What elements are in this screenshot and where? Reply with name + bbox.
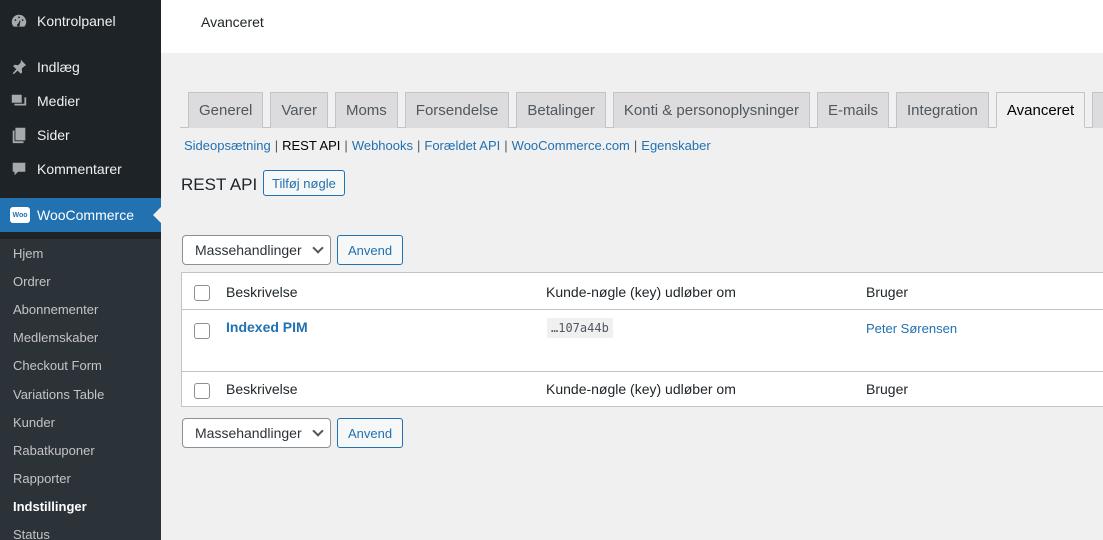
table-footer-row: Beskrivelse Kunde-nøgle (key) udløber om…: [182, 371, 1103, 407]
subnav-legacy-api[interactable]: Forældet API: [424, 138, 500, 153]
subnav-separator: |: [274, 138, 279, 153]
submenu-item-subscriptions[interactable]: Abonnementer: [0, 295, 161, 323]
select-all-checkbox[interactable]: [194, 285, 210, 301]
subnav-woocommerce-com[interactable]: WooCommerce.com: [512, 138, 630, 153]
subnav-separator: |: [344, 138, 348, 153]
bulk-action-value: Massehandlinger: [195, 242, 302, 258]
bulk-action-select[interactable]: Massehandlinger: [182, 235, 331, 265]
table-row: Indexed PIM …107a44b Peter Sørensen: [182, 311, 1103, 371]
sidebar-item-pages[interactable]: Sider: [0, 118, 70, 152]
pin-icon: [10, 58, 28, 76]
media-icon: [10, 92, 28, 110]
row-checkbox[interactable]: [194, 323, 210, 339]
bulk-actions-top: Massehandlinger Anvend: [182, 235, 404, 265]
admin-sidebar: Kontrolpanel Indlæg Medier Sider Komment…: [0, 0, 161, 540]
column-footer-key-expiry: Kunde-nøgle (key) udløber om: [546, 381, 736, 397]
subnav-separator: |: [504, 138, 508, 153]
tab-products[interactable]: Varer: [270, 92, 328, 128]
tab-general[interactable]: Generel: [188, 92, 264, 128]
submenu-item-customers[interactable]: Kunder: [0, 408, 161, 436]
apply-button[interactable]: Anvend: [337, 235, 404, 265]
dashboard-icon: [10, 12, 28, 30]
column-footer-description[interactable]: Beskrivelse: [226, 381, 298, 397]
column-header-key-expiry: Kunde-nøgle (key) udløber om: [546, 284, 736, 300]
column-header-user: Bruger: [866, 284, 909, 300]
sidebar-item-label: WooCommerce: [37, 207, 134, 223]
api-keys-table: Beskrivelse Kunde-nøgle (key) udløber om…: [181, 272, 1103, 407]
subnav-separator: |: [633, 138, 638, 153]
submenu-item-settings[interactable]: Indstillinger: [0, 493, 161, 521]
submenu-item-reports[interactable]: Rapporter: [0, 465, 161, 493]
section-heading: REST API: [181, 175, 258, 194]
key-description-link[interactable]: Indexed PIM: [226, 319, 308, 335]
subnav-features[interactable]: Egenskaber: [641, 138, 710, 153]
sidebar-item-woocommerce[interactable]: Woo WooCommerce: [0, 198, 161, 232]
chevron-down-icon: [312, 425, 324, 437]
woocommerce-submenu: Hjem Ordrer Abonnementer Medlemskaber Ch…: [0, 239, 161, 540]
chevron-down-icon: [312, 242, 324, 254]
subnav-rest-api[interactable]: REST API: [282, 138, 340, 153]
sidebar-item-label: Indlæg: [37, 59, 80, 75]
sidebar-item-dashboard[interactable]: Kontrolpanel: [0, 4, 116, 38]
sidebar-item-label: Kontrolpanel: [37, 13, 116, 29]
tab-advanced[interactable]: Avanceret: [995, 92, 1086, 128]
tab-tax[interactable]: Moms: [334, 92, 398, 128]
select-all-checkbox-footer[interactable]: [194, 383, 210, 399]
sidebar-item-comments[interactable]: Kommentarer: [0, 152, 122, 186]
submenu-item-variations-table[interactable]: Variations Table: [0, 380, 161, 408]
column-footer-user: Bruger: [866, 381, 909, 397]
table-header-row: Beskrivelse Kunde-nøgle (key) udløber om…: [182, 273, 1103, 310]
tab-more[interactable]: Me: [1092, 92, 1103, 128]
bulk-action-value: Massehandlinger: [195, 425, 302, 441]
current-menu-arrow: [153, 207, 161, 223]
submenu-item-checkout-form[interactable]: Checkout Form: [0, 352, 161, 380]
subnav-separator: |: [417, 138, 421, 153]
sidebar-item-label: Kommentarer: [37, 161, 122, 177]
page-title: Avanceret: [201, 14, 264, 30]
tab-payments[interactable]: Betalinger: [516, 92, 606, 128]
bulk-actions-bottom: Massehandlinger Anvend: [182, 418, 404, 448]
tab-accounts-privacy[interactable]: Konti & personoplysninger: [612, 92, 810, 128]
submenu-item-orders[interactable]: Ordrer: [0, 267, 161, 295]
woocommerce-icon: Woo: [10, 207, 30, 223]
tab-integration[interactable]: Integration: [896, 92, 989, 128]
submenu-item-home[interactable]: Hjem: [0, 239, 161, 267]
bulk-action-select[interactable]: Massehandlinger: [182, 418, 331, 448]
submenu-item-status[interactable]: Status: [0, 521, 161, 540]
page-header: Avanceret: [161, 0, 1103, 53]
subnav-page-setup[interactable]: Sideopsætning: [184, 138, 271, 153]
consumer-key-value: …107a44b: [547, 318, 613, 338]
tab-shipping[interactable]: Forsendelse: [404, 92, 510, 128]
add-key-button[interactable]: Tilføj nøgle: [263, 170, 345, 196]
apply-button[interactable]: Anvend: [337, 418, 404, 448]
pages-icon: [10, 126, 28, 144]
sidebar-item-label: Sider: [37, 127, 70, 143]
sidebar-item-posts[interactable]: Indlæg: [0, 50, 80, 84]
tab-emails[interactable]: E-mails: [817, 92, 890, 128]
subsection-nav: Sideopsætning | REST API | Webhooks | Fo…: [184, 138, 711, 153]
column-header-description[interactable]: Beskrivelse: [226, 284, 298, 300]
user-link[interactable]: Peter Sørensen: [866, 321, 957, 336]
settings-tabs: Generel Varer Moms Forsendelse Betalinge…: [188, 92, 1103, 128]
submenu-item-coupons[interactable]: Rabatkuponer: [0, 436, 161, 464]
comment-icon: [10, 160, 28, 178]
sidebar-item-media[interactable]: Medier: [0, 84, 80, 118]
subnav-webhooks[interactable]: Webhooks: [352, 138, 413, 153]
sidebar-item-label: Medier: [37, 93, 80, 109]
submenu-item-memberships[interactable]: Medlemskaber: [0, 324, 161, 352]
